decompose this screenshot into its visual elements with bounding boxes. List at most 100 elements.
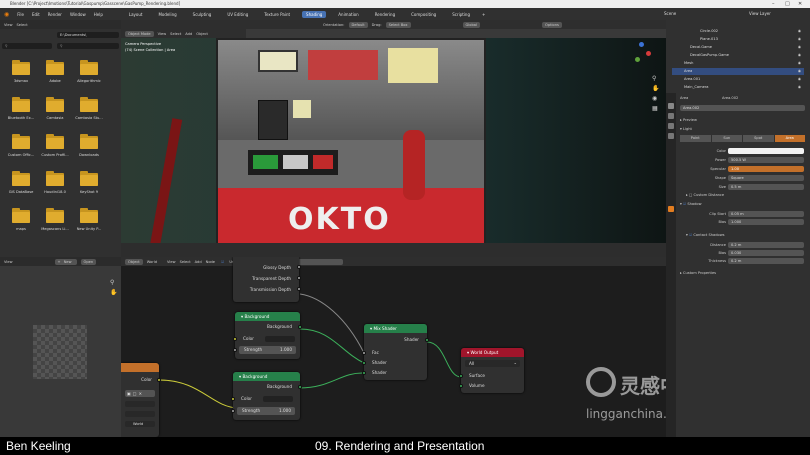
tool-tab-icon[interactable] — [668, 103, 674, 109]
folder-icon[interactable] — [46, 208, 64, 223]
view-layer-label[interactable]: View Layer — [749, 11, 771, 16]
file-browser-view-menu[interactable]: View — [4, 23, 13, 27]
contact-shadows-checkbox-icon[interactable]: ☑ — [689, 233, 692, 237]
folder-icon[interactable] — [80, 208, 98, 223]
property-field[interactable]: Square — [728, 175, 804, 181]
folder-label[interactable]: maps — [5, 227, 37, 231]
image-folder-icon[interactable]: □ — [133, 391, 137, 396]
node-editor[interactable]: Object World View Select Add Node ☑ Use … — [121, 257, 666, 437]
folder-label[interactable]: 3dsmax — [5, 79, 37, 83]
texture-node-world-dropdown[interactable]: World — [125, 421, 155, 427]
world-output-target-dropdown[interactable]: All ⌄ — [465, 360, 520, 367]
property-field[interactable] — [728, 148, 804, 154]
world-output-surface-socket[interactable] — [459, 374, 463, 378]
visibility-eye-icon[interactable]: ◉ — [798, 84, 801, 91]
property-field[interactable]: 500.5 W — [728, 157, 804, 163]
tab-uv-editing[interactable]: UV Editing — [223, 11, 252, 18]
transparent-depth-socket[interactable] — [297, 276, 301, 280]
folder-label[interactable]: Custom Profil... — [39, 153, 71, 157]
menu-file[interactable]: File — [17, 12, 24, 17]
world-output-volume-socket[interactable] — [459, 384, 463, 388]
mix-shader-output-socket[interactable] — [425, 338, 429, 342]
contact-shadows-header[interactable]: ▾ ☑ Contact Shadows — [686, 233, 725, 237]
image-browse-icon[interactable]: ▣ — [127, 391, 131, 396]
tab-animation[interactable]: Animation — [334, 11, 362, 18]
filter-field[interactable]: ⚲ — [57, 43, 119, 49]
folder-icon[interactable] — [80, 60, 98, 75]
visibility-eye-icon[interactable]: ◉ — [798, 44, 801, 51]
folder-label[interactable]: New Unity P... — [73, 227, 105, 231]
folder-label[interactable]: Megascans Li... — [39, 227, 71, 231]
folder-icon[interactable] — [46, 171, 64, 186]
mix-shader-fac-socket[interactable] — [362, 351, 366, 355]
file-browser-select-menu[interactable]: Select — [17, 23, 28, 27]
property-field[interactable]: 1.00 — [728, 166, 804, 172]
folder-label[interactable]: Allegorithmic — [73, 79, 105, 83]
gizmo-y-icon[interactable] — [635, 57, 640, 62]
outliner-row[interactable]: DecalGasPump.Game ◉ — [672, 52, 804, 59]
open-image-button[interactable]: Open — [80, 258, 97, 265]
render-tab-icon[interactable] — [668, 113, 674, 119]
mix-shader-input-1-socket[interactable] — [362, 361, 366, 365]
outliner-row[interactable]: Main_Camera ◉ — [672, 84, 804, 91]
tab-compositing[interactable]: Compositing — [407, 11, 440, 18]
outliner-row[interactable]: Circle.002 ◉ — [672, 28, 804, 35]
options-dropdown[interactable]: Options — [541, 21, 562, 28]
orientation-dropdown[interactable]: Default — [348, 21, 368, 28]
tab-rendering[interactable]: Rendering — [371, 11, 399, 18]
outliner-row[interactable]: Mesh ◉ — [672, 60, 804, 67]
partial-node[interactable]: Glossy Depth Transparent Depth Transmiss… — [233, 257, 301, 302]
folder-label[interactable]: Downloads — [73, 153, 105, 157]
tab-shading[interactable]: Shading — [302, 10, 327, 18]
tab-sculpting[interactable]: Sculpting — [189, 11, 216, 18]
background-node-1[interactable]: ▾ Background Background Color Strength 1… — [233, 312, 302, 359]
outliner-row[interactable]: Area ◉ — [672, 68, 804, 75]
image-editor-view-menu[interactable]: View — [4, 260, 13, 264]
folder-icon[interactable] — [46, 97, 64, 112]
shadow-checkbox-icon[interactable]: ☑ — [683, 202, 686, 206]
property-field[interactable]: 1.000 — [728, 219, 804, 225]
texture-node-dropdown-2[interactable] — [125, 411, 155, 417]
light-panel-header[interactable]: ▾ Light — [680, 127, 692, 131]
background-node-2-color-swatch[interactable] — [263, 396, 293, 402]
zoom-icon[interactable]: ⚲ — [652, 75, 662, 82]
texture-node-dropdown-1[interactable] — [125, 401, 155, 407]
tab-layout[interactable]: Layout — [125, 11, 147, 18]
image-unlink-icon[interactable]: ✕ — [139, 391, 142, 396]
add-workspace-icon[interactable]: + — [482, 12, 485, 17]
background-node-1-color-swatch[interactable] — [265, 336, 295, 342]
folder-label[interactable]: Camtasia Stu... — [73, 116, 105, 120]
background-node-1-strength-socket[interactable] — [233, 348, 237, 352]
folder-label[interactable]: Bluetooth Ex... — [5, 116, 37, 120]
property-field[interactable]: 0.05 m — [728, 211, 804, 217]
background-node-2-output-socket[interactable] — [298, 385, 302, 389]
custom-distance-row[interactable]: ▸ □ Custom Distance — [686, 193, 724, 197]
shadow-panel-header[interactable]: ▾ ☑ Shadow — [680, 202, 702, 206]
folder-icon[interactable] — [46, 60, 64, 75]
light-type-spot[interactable]: Spot — [743, 135, 774, 142]
visibility-eye-icon[interactable]: ◉ — [798, 68, 801, 75]
gizmo-x-icon[interactable] — [646, 51, 651, 56]
world-output-node[interactable]: ▾ World Output All ⌄ Surface Volume — [459, 348, 524, 393]
texture-node-header[interactable] — [121, 363, 159, 372]
background-node-1-output-socket[interactable] — [298, 325, 302, 329]
glossy-depth-socket[interactable] — [297, 265, 301, 269]
visibility-eye-icon[interactable]: ◉ — [798, 52, 801, 59]
world-output-header[interactable]: ▾ World Output — [461, 348, 524, 357]
gizmo-z-icon[interactable] — [639, 42, 644, 47]
background-node-2-color-socket[interactable] — [231, 397, 235, 401]
tab-modeling[interactable]: Modeling — [154, 11, 180, 18]
folder-label[interactable]: Adobe — [39, 79, 71, 83]
folder-icon[interactable] — [80, 97, 98, 112]
viewport-3d[interactable]: Orientation: Default Drag: Select Box Gl… — [121, 20, 666, 257]
menu-window[interactable]: Window — [70, 12, 86, 17]
light-type-area[interactable]: Area — [774, 135, 805, 142]
viewport-add-menu[interactable]: Add — [185, 32, 192, 36]
light-type-point[interactable]: Point — [680, 135, 711, 142]
menu-render[interactable]: Render — [48, 12, 62, 17]
drag-dropdown[interactable]: Select Box — [385, 21, 411, 28]
property-field[interactable]: 0.5 m — [728, 184, 804, 190]
viewport-select-menu[interactable]: Select — [170, 32, 181, 36]
custom-properties-header[interactable]: ▸ Custom Properties — [680, 271, 716, 275]
mix-shader-header[interactable]: ▾ Mix Shader — [364, 324, 427, 333]
